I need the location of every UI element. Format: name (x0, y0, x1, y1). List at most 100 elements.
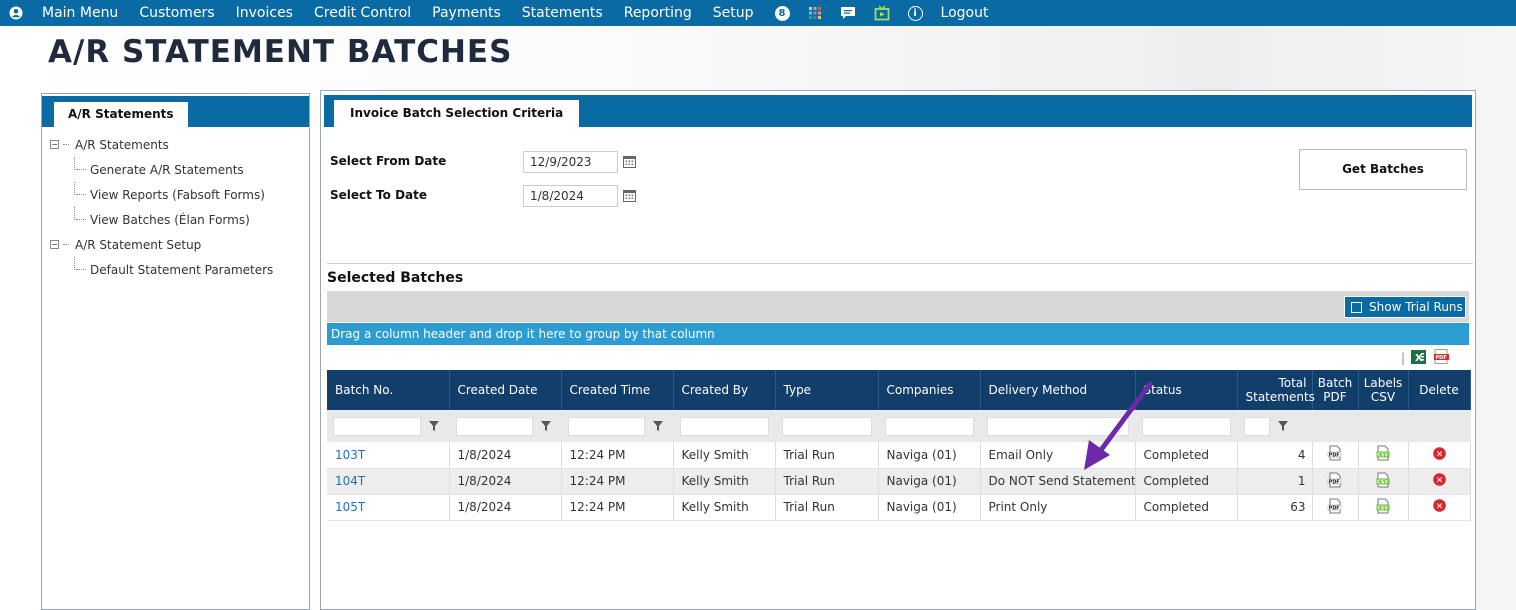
cell-created-date: 1/8/2024 (449, 468, 562, 495)
show-trial-runs-toggle[interactable]: Show Trial Runs (1344, 296, 1466, 318)
pdf-export-icon[interactable]: PDF (1434, 349, 1450, 367)
col-pdf-l1: Batch (1317, 376, 1353, 390)
filter-row (327, 410, 1471, 442)
tree-node-ar-statements[interactable]: − A/R Statements (50, 132, 273, 157)
from-date-field[interactable]: 12/9/2023 (523, 151, 618, 173)
tree-node-label: A/R Statement Setup (75, 237, 202, 252)
checkbox-icon[interactable] (1351, 301, 1362, 313)
svg-text:CSV: CSV (1377, 505, 1388, 511)
batch-link[interactable]: 105T (327, 494, 450, 521)
batches-table: Batch No. Created Date Created Time Crea… (327, 370, 1471, 521)
cell-created-by: Kelly Smith (673, 468, 776, 495)
chat-icon[interactable] (840, 6, 856, 20)
calendar-icon[interactable] (623, 189, 636, 202)
tree-item-view-reports[interactable]: View Reports (Fabsoft Forms) (50, 182, 273, 207)
sidebar-tab[interactable]: A/R Statements (54, 102, 188, 127)
main-panel: Invoice Batch Selection Criteria Select … (320, 90, 1476, 610)
filter-companies-input[interactable] (884, 416, 974, 436)
collapse-icon[interactable]: − (50, 240, 59, 249)
filter-batch-no-input[interactable] (333, 416, 421, 436)
csv-file-icon[interactable]: CSV (1375, 445, 1391, 464)
col-created-date[interactable]: Created Date (449, 370, 562, 410)
filter-icon[interactable] (649, 418, 667, 434)
filter-icon[interactable] (425, 418, 443, 434)
cell-type: Trial Run (775, 468, 879, 495)
nav-statements[interactable]: Statements (522, 5, 603, 21)
pdf-file-icon[interactable]: PDF (1327, 498, 1343, 517)
tree-item-view-batches[interactable]: View Batches (Élan Forms) (50, 207, 273, 232)
filter-created-date-input[interactable] (455, 416, 533, 436)
cell-total: 1 (1237, 468, 1313, 495)
tree-item-default-parameters[interactable]: Default Statement Parameters (50, 257, 273, 282)
delete-icon[interactable]: ✕ (1432, 473, 1446, 489)
filter-total-input[interactable] (1243, 416, 1270, 436)
pdf-file-icon[interactable]: PDF (1327, 445, 1343, 464)
svg-text:PDF: PDF (1436, 355, 1447, 361)
filter-type-input[interactable] (781, 416, 872, 436)
table-row: 104T 1/8/2024 12:24 PM Kelly Smith Trial… (327, 468, 1471, 495)
filter-status-input[interactable] (1141, 416, 1231, 436)
col-csv-l2: CSV (1370, 390, 1396, 404)
criteria-tab[interactable]: Invoice Batch Selection Criteria (334, 100, 580, 127)
nav-credit-control[interactable]: Credit Control (314, 5, 411, 21)
tree-node-statement-setup[interactable]: − A/R Statement Setup (50, 232, 273, 257)
batch-link[interactable]: 104T (327, 468, 450, 495)
svg-text:PDF: PDF (1329, 453, 1340, 459)
svg-text:PDF: PDF (1329, 505, 1340, 511)
col-total-statements[interactable]: Total Statements (1237, 370, 1315, 410)
col-status[interactable]: Status (1135, 370, 1238, 410)
nav-logout[interactable]: Logout (941, 5, 989, 21)
csv-file-icon[interactable]: CSV (1375, 472, 1391, 491)
to-date-label: Select To Date (330, 188, 428, 202)
col-companies[interactable]: Companies (878, 370, 981, 410)
col-total-l2: Statements (1245, 390, 1315, 404)
tree-item-generate-statements[interactable]: Generate A/R Statements (50, 157, 273, 182)
delete-icon[interactable]: ✕ (1432, 446, 1446, 463)
filter-created-by-input[interactable] (679, 416, 769, 436)
to-date-field[interactable]: 1/8/2024 (523, 185, 618, 207)
filter-icon[interactable] (1274, 418, 1292, 434)
sidebar-panel: A/R Statements − A/R Statements Generate… (41, 93, 310, 610)
tree-connector (63, 244, 69, 245)
col-type[interactable]: Type (775, 370, 879, 410)
tree-node-label: A/R Statements (75, 137, 169, 152)
top-nav: Main Menu Customers Invoices Credit Cont… (0, 0, 1516, 26)
tv-icon[interactable] (874, 5, 890, 21)
col-created-time[interactable]: Created Time (561, 370, 674, 410)
delete-icon[interactable]: ✕ (1432, 499, 1446, 515)
nav-invoices[interactable]: Invoices (236, 5, 293, 21)
cell-created-by: Kelly Smith (673, 442, 776, 469)
group-by-bar[interactable]: Drag a column header and drop it here to… (327, 323, 1469, 345)
get-batches-button[interactable]: Get Batches (1299, 149, 1467, 190)
col-batch-no[interactable]: Batch No. (327, 370, 450, 410)
tree-connector (76, 219, 86, 220)
nav-main-menu[interactable]: Main Menu (42, 5, 118, 21)
col-batch-pdf[interactable]: Batch PDF (1312, 370, 1359, 410)
filter-created-time-input[interactable] (567, 416, 645, 436)
cell-status: Completed (1135, 468, 1238, 495)
nav-setup[interactable]: Setup (713, 5, 754, 21)
col-labels-csv[interactable]: Labels CSV (1358, 370, 1409, 410)
col-delete[interactable]: Delete (1408, 370, 1471, 410)
filter-delivery-method-input[interactable] (986, 416, 1129, 436)
nav-payments[interactable]: Payments (432, 5, 501, 21)
grid-toolbar: Show Trial Runs (327, 291, 1469, 322)
badge-icon[interactable]: 8 (774, 5, 790, 21)
excel-export-icon[interactable]: X (1411, 349, 1427, 367)
col-delivery-method[interactable]: Delivery Method (980, 370, 1136, 410)
col-created-by[interactable]: Created By (673, 370, 776, 410)
svg-text:PDF: PDF (1329, 479, 1340, 485)
collapse-icon[interactable]: − (50, 140, 59, 149)
filter-icon[interactable] (537, 418, 555, 434)
nav-customers[interactable]: Customers (139, 5, 214, 21)
batch-link[interactable]: 103T (327, 442, 450, 469)
user-circle-icon[interactable] (9, 6, 23, 20)
pdf-file-icon[interactable]: PDF (1327, 472, 1343, 491)
table-row: 105T 1/8/2024 12:24 PM Kelly Smith Trial… (327, 494, 1471, 521)
grid-icon[interactable] (808, 6, 822, 20)
info-icon[interactable]: i (907, 5, 923, 21)
calendar-icon[interactable] (623, 155, 636, 168)
info-glyph: i (907, 5, 923, 21)
csv-file-icon[interactable]: CSV (1375, 498, 1391, 517)
nav-reporting[interactable]: Reporting (624, 5, 692, 21)
